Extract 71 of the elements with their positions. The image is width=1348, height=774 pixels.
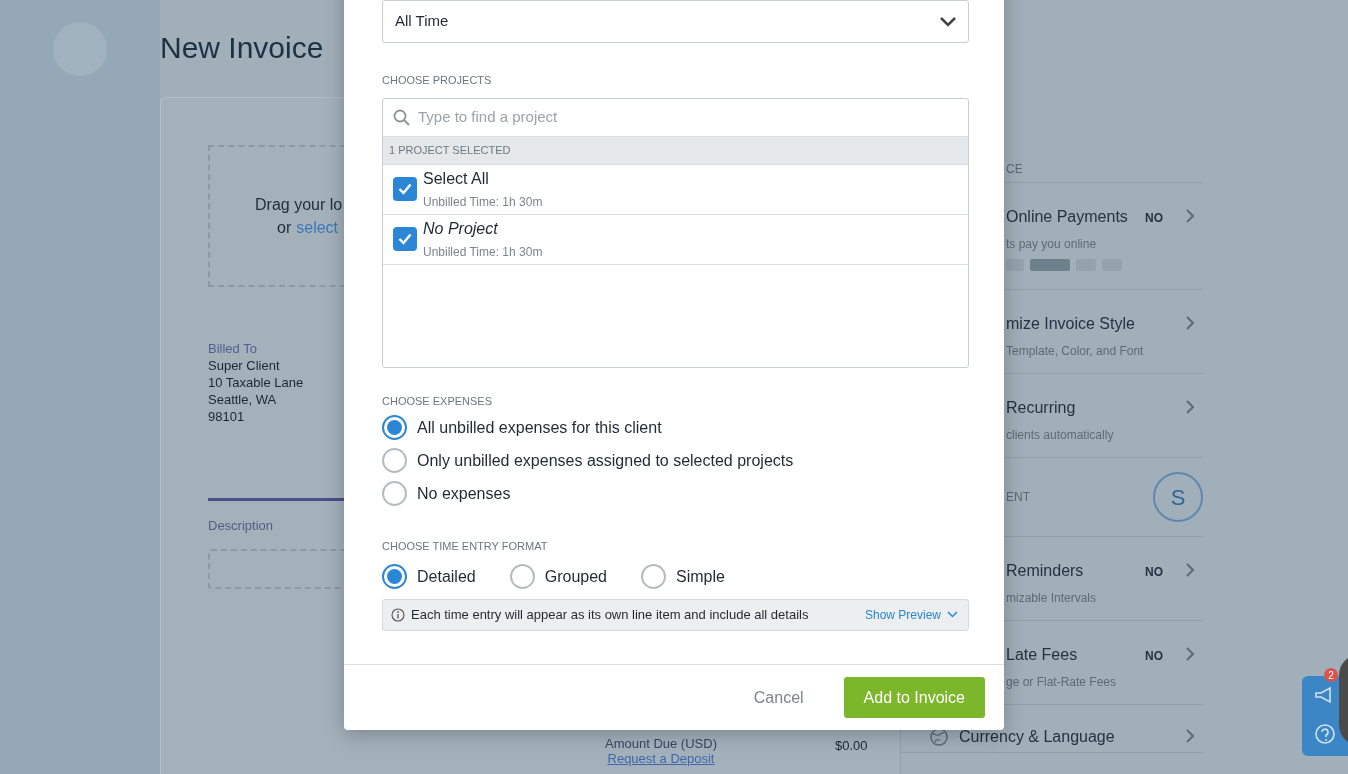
project-name: No Project [423,219,499,239]
cancel-button[interactable]: Cancel [743,677,814,718]
section-label: CHOOSE PROJECTS [382,73,493,88]
setting-description: Template, Color, and Font [1006,343,1144,360]
radio-option[interactable]: Simple [640,562,725,591]
dropzone-text: or [277,218,292,238]
setting-title: Online Payments [1006,207,1128,227]
chevron-right-icon [1185,398,1195,414]
amount-due-value: $0.00 [835,737,868,755]
radio-button[interactable] [382,448,407,473]
setting-status: NO [1145,648,1163,665]
payment-logo-icon [1030,259,1070,271]
section-label: CHOOSE TIME ENTRY FORMAT [382,539,549,554]
setting-title: Recurring [1006,398,1076,418]
section-heading: ENT [1005,489,1030,506]
setting-status: NO [1145,210,1163,227]
radio-button[interactable] [509,564,535,589]
radio-option[interactable]: Detailed [382,562,476,591]
setting-description: clients automatically [1006,427,1114,444]
chevron-right-icon [1185,561,1195,577]
unbilled-time: Unbilled Time: 1h 30m [423,244,543,261]
client-avatar: S [1153,472,1203,522]
project-name: Select All [423,169,490,189]
setting-description: ge or Flat-Rate Fees [1006,674,1117,691]
chevron-right-icon [1185,727,1195,743]
checkbox[interactable] [393,227,417,251]
chevron-right-icon [1185,314,1195,330]
check-icon [398,233,412,245]
chevron-right-icon [1185,645,1195,661]
date-range-dropdown[interactable]: All Time [382,0,969,43]
unbilled-time: Unbilled Time: 1h 30m [423,194,543,211]
section-label: CHOOSE EXPENSES [382,393,494,409]
setting-title: Late Fees [1006,645,1078,665]
section-heading: CE [1005,160,1023,178]
setting-description: mizable Intervals [1006,590,1097,607]
client-address-line: Super Client [208,357,280,374]
radio-button[interactable] [640,564,666,589]
info-icon [391,607,405,622]
project-row[interactable]: No Project Unbilled Time: 1h 30m [383,214,968,265]
billed-to-label: Billed To [208,340,257,357]
radio-button[interactable] [382,564,407,589]
client-address-line: 98101 [208,408,245,425]
checkbox[interactable] [393,177,417,201]
check-icon [398,183,412,195]
project-row[interactable]: Select All Unbilled Time: 1h 30m [383,164,968,215]
radio-option[interactable]: No expenses [382,481,966,506]
payment-logo-icon [1006,259,1024,271]
column-header: Description [208,518,274,533]
page-title: New Invoice [160,30,324,66]
search-icon [393,108,410,126]
project-search-field[interactable]: Type to find a project [418,105,958,129]
setting-description: ts pay you online [1006,236,1098,253]
setting-title: Reminders [1006,561,1084,581]
info-text: Each time entry will appear as its own line item and include all details [411,605,809,624]
caret-icon [947,611,958,618]
setting-title: mize Invoice Style [1006,314,1135,334]
radio-button[interactable] [382,481,407,506]
setting-status: NO [1145,564,1163,581]
dropzone-text: Drag your lo [255,195,343,215]
caret-icon [940,16,956,27]
chevron-right-icon [1185,207,1195,223]
notification-badge: 2 [1324,668,1338,682]
radio-button[interactable] [382,415,407,440]
globe-icon [929,727,949,747]
help-icon[interactable] [1313,723,1337,747]
setting-title: Currency & Language [959,727,1115,747]
selection-summary: 1 PROJECT SELECTED [383,136,968,165]
amount-due-label: Amount Due (USD) [605,736,717,751]
client-address-line: 10 Taxable Lane [208,374,304,391]
client-address-line: Seattle, WA [208,391,277,408]
radio-option[interactable]: Grouped [509,562,607,591]
